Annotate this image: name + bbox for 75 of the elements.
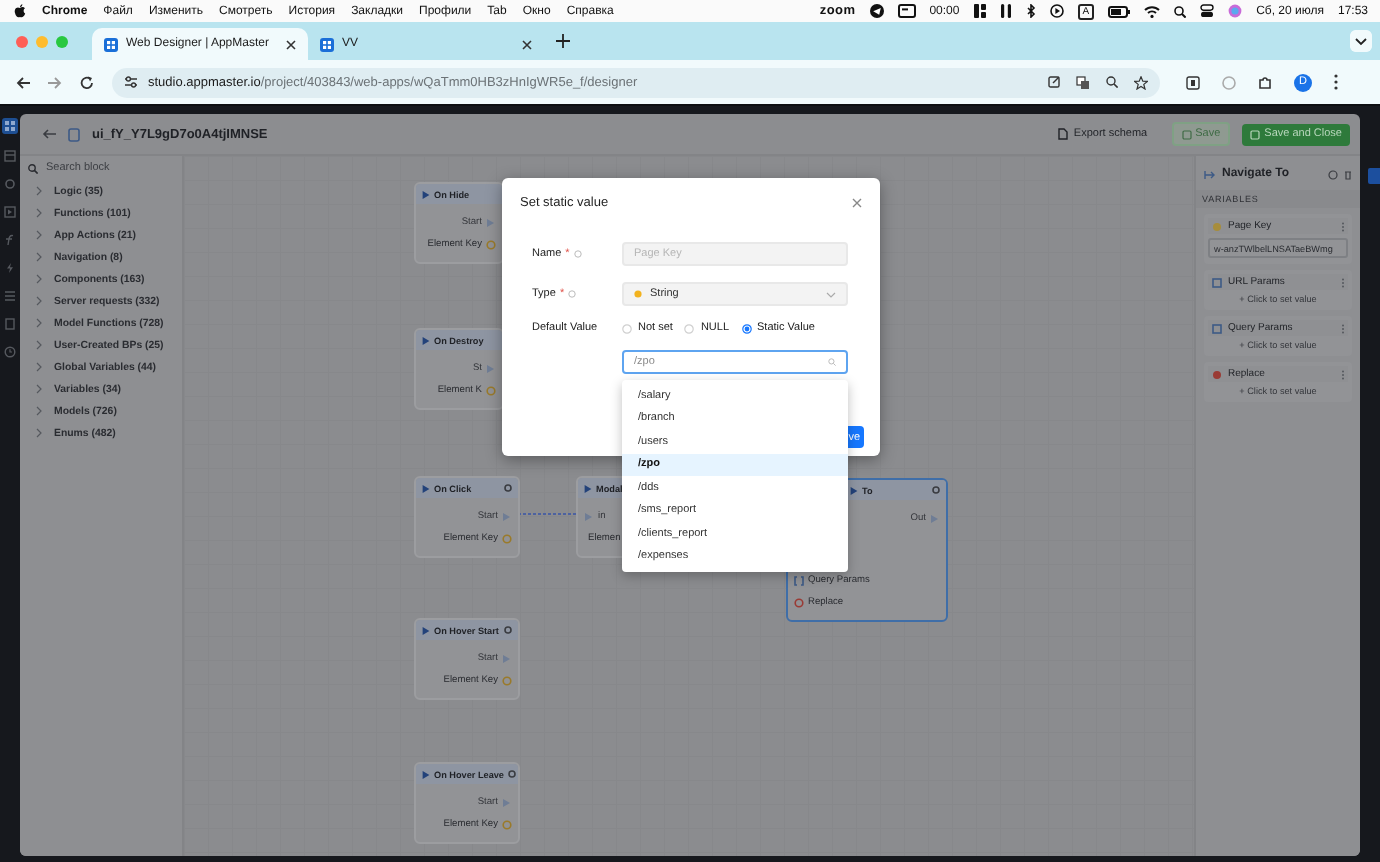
new-tab-icon[interactable]	[556, 34, 570, 48]
page-icon	[68, 127, 80, 141]
orb-icon[interactable]	[1228, 4, 1243, 18]
ring-icon[interactable]	[794, 597, 804, 607]
chevron-right-icon	[36, 362, 42, 372]
earbuds-icon[interactable]	[999, 4, 1012, 18]
chevron-right-icon	[36, 230, 42, 240]
close-window-button[interactable]	[16, 35, 28, 47]
chevron-right-icon	[36, 274, 42, 284]
play-arrow-icon	[584, 483, 592, 493]
play-arrow-icon	[422, 769, 430, 779]
list-icon[interactable]	[4, 290, 16, 302]
play-arrow-icon	[422, 483, 430, 493]
close-icon[interactable]	[286, 39, 296, 49]
play-arrow-icon	[422, 625, 430, 635]
chevron-right-icon	[36, 318, 42, 328]
play-arrow-icon	[850, 485, 858, 495]
function-icon	[1204, 169, 1216, 179]
search-icon[interactable]	[1174, 5, 1187, 17]
dot-icon	[1212, 369, 1222, 379]
play-arrow-icon	[422, 189, 430, 199]
brackets-icon	[1212, 323, 1222, 333]
ring-icon[interactable]	[486, 239, 496, 249]
apple-icon	[14, 4, 26, 18]
zoom-icon[interactable]	[1106, 76, 1118, 88]
trash-icon[interactable]	[1344, 169, 1352, 179]
document-icon	[1057, 128, 1068, 140]
brackets-icon[interactable]	[794, 575, 804, 585]
maximize-window-button[interactable]	[56, 35, 68, 47]
site-settings-icon[interactable]	[124, 76, 138, 88]
chevron-down-icon[interactable]	[1350, 30, 1372, 52]
forward-arrow-icon[interactable]	[48, 75, 62, 89]
tiles-icon[interactable]	[973, 4, 986, 18]
layout-icon[interactable]	[4, 150, 16, 162]
open-external-icon[interactable]	[1048, 76, 1060, 88]
play-arrow-icon	[422, 335, 430, 345]
connector-line	[518, 512, 578, 516]
bolt-icon[interactable]	[4, 262, 16, 274]
bluetooth-icon[interactable]	[1025, 4, 1036, 18]
wifi-icon[interactable]	[1144, 5, 1161, 17]
search-icon	[28, 163, 38, 173]
chevron-right-icon	[36, 406, 42, 416]
dot-icon	[1212, 221, 1222, 231]
chevron-right-icon	[36, 340, 42, 350]
chevron-right-icon	[36, 208, 42, 218]
clock-icon[interactable]	[4, 346, 16, 358]
dot-icon	[634, 290, 642, 298]
play-arrow-icon[interactable]	[486, 217, 496, 227]
ring-icon[interactable]	[486, 385, 496, 395]
grid-icon	[104, 37, 118, 51]
chevron-right-icon	[36, 252, 42, 262]
battery-icon[interactable]	[1108, 5, 1131, 17]
grid-icon[interactable]	[2, 118, 18, 134]
reload-icon[interactable]	[80, 75, 94, 89]
chevron-right-icon	[36, 296, 42, 306]
chevron-right-icon	[36, 384, 42, 394]
grid-icon	[320, 37, 334, 51]
search-icon	[828, 358, 836, 366]
chevron-right-icon	[36, 428, 42, 438]
close-icon[interactable]	[522, 39, 532, 49]
star-icon[interactable]	[1134, 75, 1148, 89]
chevron-down-icon	[826, 291, 836, 297]
back-arrow-icon[interactable]	[16, 75, 30, 89]
play-icon[interactable]	[1049, 4, 1064, 18]
document-icon[interactable]	[4, 318, 16, 330]
toggles-icon[interactable]	[1200, 4, 1215, 18]
chevron-right-icon	[36, 186, 42, 196]
send-icon[interactable]	[869, 4, 884, 18]
radio-button[interactable]	[741, 323, 751, 333]
screen-icon[interactable]	[897, 4, 916, 18]
brackets-icon	[1212, 277, 1222, 287]
translate-icon[interactable]	[1076, 75, 1090, 89]
function-icon[interactable]	[4, 234, 16, 246]
play-arrow-icon[interactable]	[486, 363, 496, 373]
puzzle-icon[interactable]	[1258, 75, 1272, 89]
